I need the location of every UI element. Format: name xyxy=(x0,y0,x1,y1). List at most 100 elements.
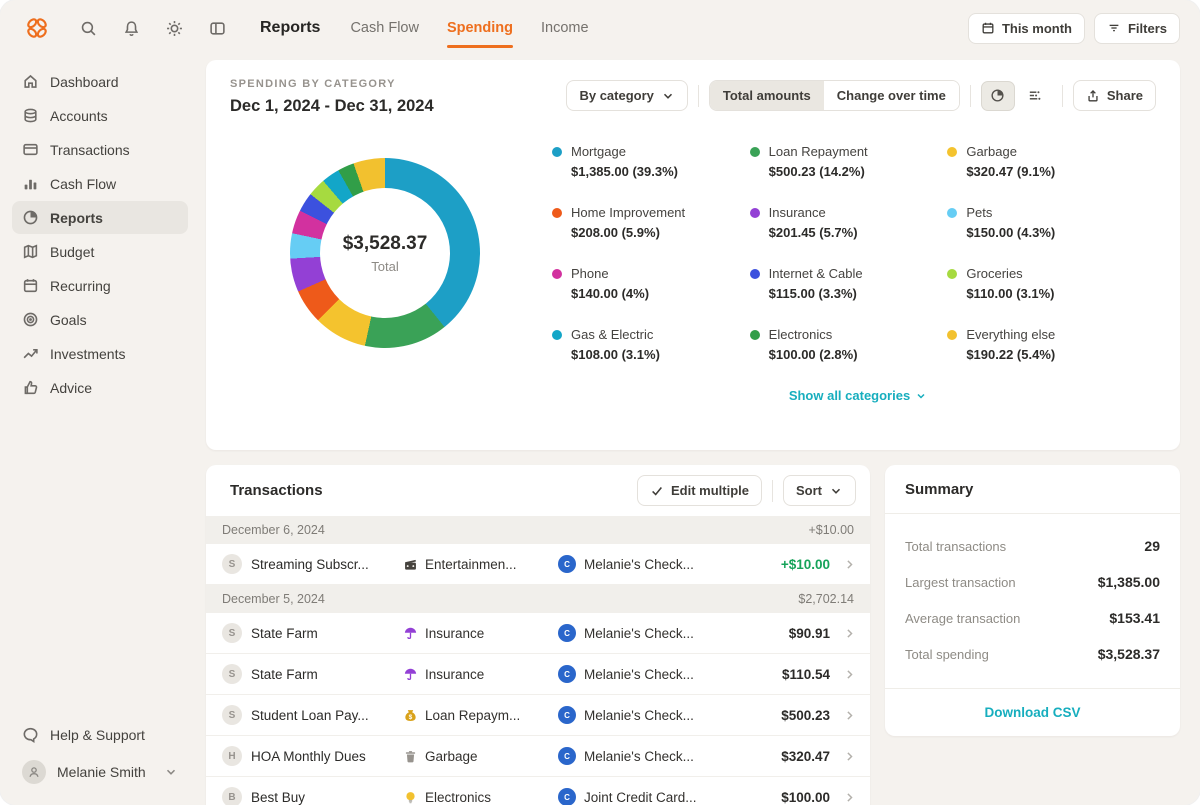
bar-chart-view-button[interactable] xyxy=(1018,81,1052,111)
show-all-categories-link[interactable]: Show all categories xyxy=(789,388,927,403)
sidebar-item-reports[interactable]: Reports xyxy=(12,201,188,234)
chevron-right-icon[interactable] xyxy=(830,627,856,640)
filters-button[interactable]: Filters xyxy=(1094,13,1180,44)
sidebar-item-transactions[interactable]: Transactions xyxy=(12,133,188,166)
group-by-dropdown[interactable]: By category xyxy=(566,80,687,111)
notifications-bell-icon[interactable] xyxy=(123,20,140,37)
legend-item-internet-cable[interactable]: Internet & Cable$115.00 (3.3%) xyxy=(750,266,930,301)
summary-row-average-transaction: Average transaction$153.41 xyxy=(905,610,1160,626)
summary-label: Average transaction xyxy=(905,611,1020,626)
summary-row-largest-transaction: Largest transaction $1,385.00 xyxy=(905,574,1160,590)
legend-amount: $201.45 (5.7%) xyxy=(769,225,858,240)
user-menu[interactable]: Melanie Smith xyxy=(12,752,188,792)
donut-chart[interactable]: $3,528.37 Total xyxy=(290,158,480,348)
edit-multiple-button[interactable]: Edit multiple xyxy=(637,475,762,506)
transaction-amount: +$10.00 xyxy=(750,557,830,572)
table-row[interactable]: BBest BuyElectronicsCJoint Credit Card..… xyxy=(206,777,870,805)
chart-type-toggle xyxy=(981,81,1052,111)
sort-label: Sort xyxy=(796,483,822,498)
transaction-category[interactable]: Garbage xyxy=(403,749,558,764)
sidebar-item-recurring[interactable]: Recurring xyxy=(12,269,188,302)
legend-item-insurance[interactable]: Insurance$201.45 (5.7%) xyxy=(750,205,930,240)
umbrella-icon xyxy=(403,667,418,682)
table-row[interactable]: SState FarmInsuranceCMelanie's Check...$… xyxy=(206,613,870,654)
transaction-category[interactable]: Insurance xyxy=(403,667,558,682)
tab-income[interactable]: Income xyxy=(541,0,589,56)
summary-label: Largest transaction xyxy=(905,575,1016,590)
topbar-icon-group xyxy=(80,20,226,37)
table-row[interactable]: HHOA Monthly DuesGarbageCMelanie's Check… xyxy=(206,736,870,777)
date-group-label: December 5, 2024 xyxy=(222,592,325,606)
mode-tab-total-amounts[interactable]: Total amounts xyxy=(710,81,824,110)
category-name: Electronics xyxy=(425,790,491,805)
search-icon[interactable] xyxy=(80,20,97,37)
merchant-name: Student Loan Pay... xyxy=(251,708,369,723)
chevron-right-icon[interactable] xyxy=(830,709,856,722)
legend-item-everything-else[interactable]: Everything else$190.22 (5.4%) xyxy=(947,327,1127,362)
donut-center: $3,528.37 Total xyxy=(320,188,450,318)
settings-gear-icon[interactable] xyxy=(166,20,183,37)
legend-item-home-improvement[interactable]: Home Improvement$208.00 (5.9%) xyxy=(552,205,732,240)
nav-title-reports[interactable]: Reports xyxy=(260,19,320,37)
category-name: Insurance xyxy=(425,667,484,682)
chevron-right-icon[interactable] xyxy=(830,668,856,681)
transaction-category[interactable]: $Loan Repaym... xyxy=(403,708,558,723)
share-button[interactable]: Share xyxy=(1073,80,1156,111)
tab-spending[interactable]: Spending xyxy=(447,0,513,56)
date-range-button[interactable]: This month xyxy=(968,13,1085,44)
pie-chart-icon xyxy=(990,88,1005,103)
chevron-right-icon[interactable] xyxy=(830,558,856,571)
pie-chart-view-button[interactable] xyxy=(981,81,1015,111)
legend-category-name: Home Improvement xyxy=(571,205,685,220)
category-name: Insurance xyxy=(425,626,484,641)
monarch-logo-icon[interactable] xyxy=(24,15,50,41)
transaction-category[interactable]: Electronics xyxy=(403,790,558,805)
legend-item-phone[interactable]: Phone$140.00 (4%) xyxy=(552,266,732,301)
sidebar-item-cash-flow[interactable]: Cash Flow xyxy=(12,167,188,200)
transaction-category[interactable]: Entertainmen... xyxy=(403,557,558,572)
account-name: Melanie's Check... xyxy=(584,749,694,764)
legend-item-loan-repayment[interactable]: Loan Repayment$500.23 (14.2%) xyxy=(750,144,930,179)
divider xyxy=(698,85,699,107)
sidebar-item-accounts[interactable]: Accounts xyxy=(12,99,188,132)
pie-icon xyxy=(22,209,39,226)
summary-value: $1,385.00 xyxy=(1098,574,1160,590)
legend-amount: $320.47 (9.1%) xyxy=(966,164,1055,179)
edit-multiple-label: Edit multiple xyxy=(671,483,749,498)
merchant-logo: B xyxy=(222,787,242,805)
transaction-category[interactable]: Insurance xyxy=(403,626,558,641)
legend-color-dot xyxy=(750,147,760,157)
sidebar-item-label: Recurring xyxy=(50,278,111,294)
legend-item-gas-electric[interactable]: Gas & Electric$108.00 (3.1%) xyxy=(552,327,732,362)
table-row[interactable]: SStreaming Subscr...Entertainmen...CMela… xyxy=(206,544,870,585)
sidebar-item-dashboard[interactable]: Dashboard xyxy=(12,65,188,98)
legend-item-mortgage[interactable]: Mortgage$1,385.00 (39.3%) xyxy=(552,144,732,179)
category-name: Entertainmen... xyxy=(425,557,517,572)
legend-color-dot xyxy=(552,147,562,157)
legend-color-dot xyxy=(552,330,562,340)
divider xyxy=(772,480,773,502)
download-csv-link[interactable]: Download CSV xyxy=(984,705,1080,720)
sidebar-item-advice[interactable]: Advice xyxy=(12,371,188,404)
tab-cash-flow[interactable]: Cash Flow xyxy=(350,0,419,56)
sidebar-item-budget[interactable]: Budget xyxy=(12,235,188,268)
sort-button[interactable]: Sort xyxy=(783,475,856,506)
donut-total-value: $3,528.37 xyxy=(343,233,428,255)
target-icon xyxy=(22,311,39,328)
sidebar-item-goals[interactable]: Goals xyxy=(12,303,188,336)
sidebar-item-investments[interactable]: Investments xyxy=(12,337,188,370)
legend-item-pets[interactable]: Pets$150.00 (4.3%) xyxy=(947,205,1127,240)
mode-tab-change-over-time[interactable]: Change over time xyxy=(824,81,959,110)
transaction-amount: $100.00 xyxy=(750,790,830,805)
sidebar-item-help-support[interactable]: Help & Support xyxy=(12,718,188,751)
legend-color-dot xyxy=(947,330,957,340)
legend-item-garbage[interactable]: Garbage$320.47 (9.1%) xyxy=(947,144,1127,179)
chevron-right-icon[interactable] xyxy=(830,750,856,763)
legend-item-groceries[interactable]: Groceries$110.00 (3.1%) xyxy=(947,266,1127,301)
table-row[interactable]: SState FarmInsuranceCMelanie's Check...$… xyxy=(206,654,870,695)
chevron-right-icon[interactable] xyxy=(830,791,856,804)
sidebar-panel-icon[interactable] xyxy=(209,20,226,37)
account-logo: C xyxy=(558,747,576,765)
table-row[interactable]: SStudent Loan Pay...$Loan Repaym...CMela… xyxy=(206,695,870,736)
legend-item-electronics[interactable]: Electronics$100.00 (2.8%) xyxy=(750,327,930,362)
